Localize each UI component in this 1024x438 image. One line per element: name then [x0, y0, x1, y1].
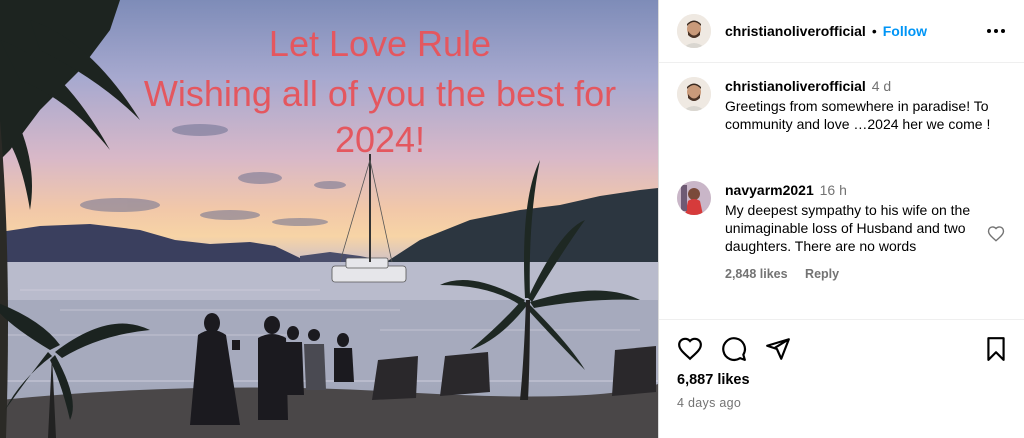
comment-text: My deepest sympathy to his wife on the u…	[725, 202, 971, 254]
list-item: navyarm2021 16 h My deepest sympathy to …	[677, 181, 1017, 283]
follow-button[interactable]: Follow	[883, 23, 927, 39]
overlay-line-2: Wishing all of you the best for	[143, 73, 617, 114]
avatar[interactable]	[677, 181, 711, 215]
reply-button[interactable]: Reply	[805, 267, 839, 281]
comments-list: christianoliverofficial 4 d Greetings fr…	[659, 63, 1024, 319]
bookmark-icon[interactable]	[983, 336, 1009, 362]
profile-photo-icon	[677, 181, 711, 215]
comment-body: christianoliverofficial 4 d Greetings fr…	[725, 77, 993, 133]
comment-meta: 2,848 likes Reply	[725, 265, 993, 283]
overlay-line-3: 2024!	[334, 119, 426, 160]
comment-likes[interactable]: 2,848 likes	[725, 267, 788, 281]
post-dialog: Let Love Rule Wishing all of you the bes…	[0, 0, 1024, 438]
overlay-line-1: Let Love Rule	[268, 23, 492, 64]
heart-icon[interactable]	[987, 225, 1005, 243]
post-actions-area: 6,887 likes 4 days ago	[659, 319, 1024, 438]
post-photo[interactable]: Let Love Rule Wishing all of you the bes…	[0, 0, 658, 438]
list-item: christianoliverofficial 4 d Greetings fr…	[677, 77, 1017, 133]
comment-text: Greetings from somewhere in paradise! To…	[725, 98, 991, 132]
comment-body: navyarm2021 16 h My deepest sympathy to …	[725, 181, 993, 283]
comment-time[interactable]: 16 h	[820, 182, 847, 198]
separator-dot: •	[871, 23, 877, 39]
post-timestamp[interactable]: 4 days ago	[677, 396, 741, 410]
comment-icon[interactable]	[721, 336, 747, 362]
post-header: christianoliverofficial • Follow	[659, 0, 1024, 63]
profile-photo-icon	[677, 14, 711, 48]
action-bar	[677, 336, 791, 362]
more-options-icon[interactable]	[984, 19, 1008, 43]
heart-icon[interactable]	[677, 336, 703, 362]
avatar[interactable]	[677, 14, 711, 48]
share-icon[interactable]	[765, 336, 791, 362]
comment-username[interactable]: navyarm2021	[725, 182, 814, 198]
comment-username[interactable]: christianoliverofficial	[725, 78, 866, 94]
profile-photo-icon	[677, 77, 711, 111]
comment-time[interactable]: 4 d	[872, 78, 891, 94]
post-likes-count[interactable]: 6,887 likes	[677, 372, 750, 388]
header-username[interactable]: christianoliverofficial	[725, 23, 866, 39]
avatar[interactable]	[677, 77, 711, 111]
post-side-panel: christianoliverofficial • Follow christi…	[658, 0, 1024, 438]
